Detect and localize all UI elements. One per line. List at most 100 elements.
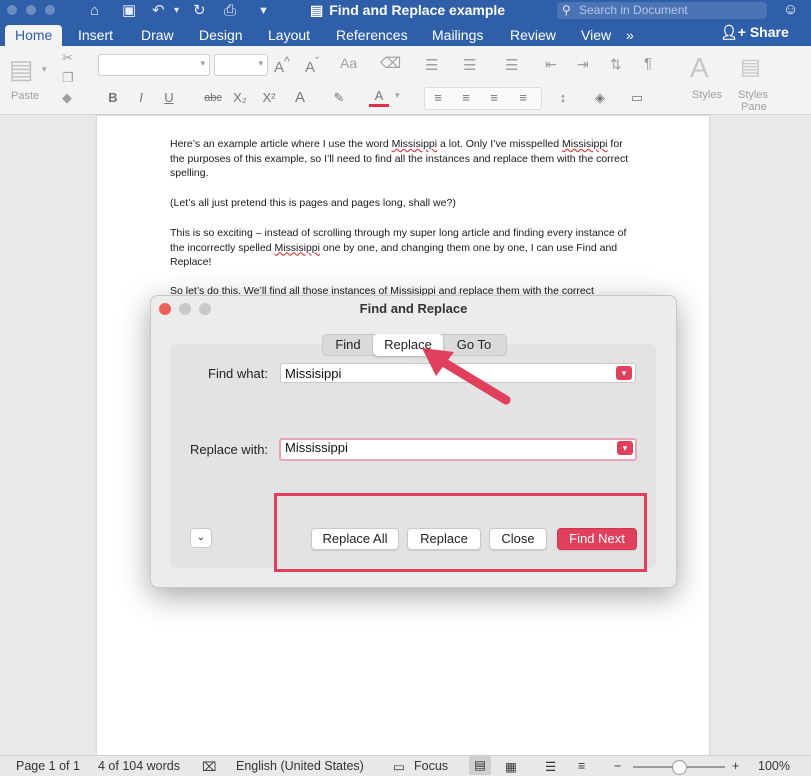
underline-button[interactable]: U: [159, 88, 179, 108]
text-effects-button[interactable]: A: [290, 88, 310, 108]
focus-mode-label[interactable]: Focus: [414, 759, 448, 773]
zoom-window-icon[interactable]: [199, 303, 211, 315]
paragraph-2: (Let’s all just pretend this is pages an…: [170, 197, 456, 209]
paste-icon[interactable]: ▤: [9, 54, 34, 85]
borders-icon[interactable]: ▭: [627, 88, 647, 108]
close-window-icon[interactable]: [159, 303, 171, 315]
tab-draw[interactable]: Draw: [141, 25, 174, 46]
buttons-highlight-box: [274, 493, 647, 572]
home-icon[interactable]: ⌂: [90, 1, 99, 21]
increase-indent-icon[interactable]: ⇥: [577, 56, 589, 73]
share-button[interactable]: 👤︎+ Share: [720, 24, 789, 41]
share-label: Share: [749, 24, 789, 40]
window-titlebar: ⌂ ▣ ↶ ▾ ↻ ⎙ ▼ ▤ Find and Replace example …: [0, 0, 811, 22]
find-what-value: Missisippi: [285, 366, 342, 381]
align-center-icon[interactable]: ≡: [456, 88, 476, 108]
add-person-icon: 👤︎+: [720, 24, 746, 40]
align-left-icon[interactable]: ≡: [428, 88, 448, 108]
styles-label: Styles: [692, 89, 722, 101]
account-icon[interactable]: ☺: [783, 1, 798, 18]
tab-mailings[interactable]: Mailings: [432, 25, 483, 46]
line-spacing-icon[interactable]: ↕: [553, 88, 573, 108]
replace-with-input[interactable]: Mississippi ▾: [279, 438, 637, 461]
strikethrough-button[interactable]: abc: [199, 88, 227, 108]
document-title: ▤ Find and Replace example: [310, 2, 506, 18]
draft-view-icon[interactable]: ≡: [578, 759, 585, 773]
search-input[interactable]: ⚲ Search in Document: [557, 2, 767, 19]
undo-dropdown-icon[interactable]: ▾: [174, 1, 179, 21]
multilevel-list-icon[interactable]: ☰: [505, 56, 518, 74]
sort-icon[interactable]: ⇅: [610, 56, 622, 73]
language-indicator[interactable]: English (United States): [236, 759, 364, 773]
redo-icon[interactable]: ↻: [193, 1, 206, 21]
shading-icon[interactable]: ◈: [590, 88, 610, 108]
find-what-label: Find what:: [208, 366, 268, 381]
zoom-out-icon[interactable]: −: [614, 759, 621, 773]
chevron-down-icon: ▾: [200, 58, 205, 68]
ribbon-tabs: Home Insert Draw Design Layout Reference…: [0, 22, 811, 46]
replace-with-label: Replace with:: [190, 442, 269, 457]
paragraph-1: Here’s an example article where I use th…: [170, 138, 629, 179]
pilcrow-icon[interactable]: ¶: [644, 55, 652, 72]
tab-insert[interactable]: Insert: [78, 25, 113, 46]
zoom-slider-handle[interactable]: [672, 760, 687, 775]
web-layout-icon[interactable]: ▦: [505, 759, 517, 774]
superscript-button[interactable]: X²: [259, 88, 279, 108]
styles-pane-label-2: Pane: [741, 101, 767, 113]
subscript-button[interactable]: X₂: [230, 88, 250, 108]
pointer-arrow-annotation: [422, 348, 511, 405]
tab-home[interactable]: Home: [5, 25, 63, 46]
print-layout-icon[interactable]: ▤: [469, 756, 491, 775]
tab-references[interactable]: References: [336, 25, 408, 46]
focus-icon[interactable]: ▭: [393, 759, 405, 774]
tab-find[interactable]: Find: [323, 335, 373, 355]
grow-font-icon[interactable]: A^: [274, 55, 290, 76]
undo-icon[interactable]: ↶: [152, 1, 165, 21]
zoom-level[interactable]: 100%: [758, 759, 790, 773]
tab-review[interactable]: Review: [510, 25, 556, 46]
font-color-dropdown-icon[interactable]: ▾: [395, 90, 400, 101]
chevron-down-icon[interactable]: ▾: [616, 366, 632, 380]
align-right-icon[interactable]: ≡: [484, 88, 504, 108]
search-placeholder: Search in Document: [579, 3, 688, 17]
styles-pane-icon[interactable]: ▤: [740, 54, 761, 80]
numbering-icon[interactable]: ☰: [463, 56, 476, 74]
cut-icon[interactable]: ✂: [62, 50, 73, 66]
format-painter-icon[interactable]: ◆: [62, 90, 72, 106]
minimize-window-icon[interactable]: [179, 303, 191, 315]
print-icon[interactable]: ⎙: [224, 1, 236, 21]
font-name-select[interactable]: ▾: [98, 54, 210, 76]
clear-formatting-icon[interactable]: ⌫: [380, 54, 401, 72]
page-count[interactable]: Page 1 of 1: [16, 759, 80, 773]
word-count[interactable]: 4 of 104 words: [98, 759, 180, 773]
bullets-icon[interactable]: ☰: [425, 56, 438, 74]
font-color-button[interactable]: A: [369, 88, 389, 107]
proofing-icon[interactable]: ⌧: [202, 759, 216, 774]
paste-dropdown-icon[interactable]: ▾: [42, 64, 47, 75]
paste-label: Paste: [11, 90, 40, 102]
more-tabs-icon[interactable]: »: [626, 25, 634, 46]
dialog-title: Find and Replace: [359, 301, 468, 316]
replace-with-value: Mississippi: [285, 440, 348, 455]
font-size-select[interactable]: ▾: [214, 54, 268, 76]
styles-icon[interactable]: A: [690, 52, 709, 84]
highlight-color-icon[interactable]: ✎: [329, 88, 349, 108]
customize-toolbar-icon[interactable]: ▼: [258, 1, 269, 21]
italic-button[interactable]: I: [131, 88, 151, 108]
copy-icon[interactable]: ❐: [62, 70, 74, 86]
shrink-font-icon[interactable]: Aˇ: [305, 55, 319, 76]
zoom-in-icon[interactable]: +: [732, 759, 739, 773]
decrease-indent-icon[interactable]: ⇤: [545, 56, 557, 73]
tab-view[interactable]: View: [581, 25, 611, 46]
justify-icon[interactable]: ≡: [513, 88, 533, 108]
chevron-down-icon[interactable]: ▾: [617, 441, 633, 455]
save-icon[interactable]: ▣: [122, 1, 136, 21]
window-controls[interactable]: [7, 5, 55, 15]
tab-design[interactable]: Design: [199, 25, 243, 46]
disclosure-button[interactable]: ⌄: [190, 528, 212, 548]
outline-view-icon[interactable]: ☰: [545, 759, 556, 774]
change-case-icon[interactable]: Aa: [340, 55, 357, 71]
tab-layout[interactable]: Layout: [268, 25, 310, 46]
bold-button[interactable]: B: [103, 88, 123, 108]
chevron-down-icon: ▾: [258, 58, 263, 68]
